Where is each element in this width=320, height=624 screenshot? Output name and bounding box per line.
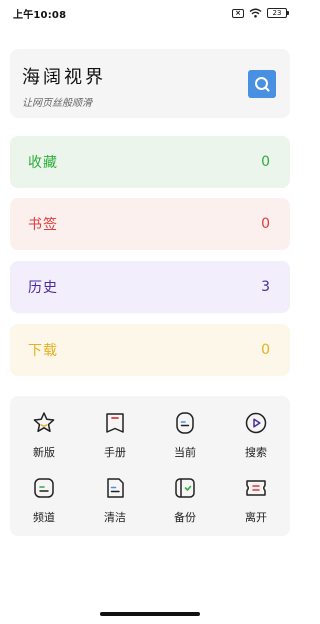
stat-value: 0 [261, 342, 270, 358]
star-icon [33, 412, 55, 433]
channel-icon [34, 478, 54, 498]
grid-item-channel[interactable]: 频道 [14, 475, 74, 531]
grid-item-new-version[interactable]: 新版 [14, 410, 74, 466]
grid-label: 搜索 [245, 446, 267, 459]
stat-card-history[interactable]: 历史 3 [10, 261, 290, 313]
status-bar: 上午10:08 × 23 [0, 0, 300, 26]
play-icon [245, 412, 267, 434]
grid-item-clean[interactable]: 清洁 [85, 475, 145, 531]
grid-label: 新版 [33, 446, 55, 459]
app-subtitle: 让网页丝般顺滑 [22, 98, 92, 109]
grid-label: 手册 [104, 446, 126, 459]
stat-card-favorites[interactable]: 收藏 0 [10, 136, 290, 188]
header-card: 海阔视界 让网页丝般顺滑 [10, 49, 290, 118]
battery-level: 23 [272, 9, 282, 17]
notification-icon: × [232, 8, 244, 18]
grid-label: 频道 [33, 511, 55, 524]
stat-label: 收藏 [28, 155, 58, 171]
wifi-icon [249, 8, 262, 18]
stat-card-downloads[interactable]: 下载 0 [10, 324, 290, 376]
battery-icon: 23 [267, 8, 289, 18]
home-indicator [100, 612, 200, 616]
stat-value: 0 [261, 154, 270, 170]
grid-item-search[interactable]: 搜索 [226, 410, 286, 466]
grid-label: 备份 [174, 511, 196, 524]
exit-icon [246, 480, 266, 496]
clean-icon [107, 478, 124, 498]
grid-item-backup[interactable]: 备份 [155, 475, 215, 531]
search-icon [255, 77, 270, 92]
function-grid: 新版 手册 当前 搜索 频道 清洁 备份 离开 [10, 396, 290, 536]
grid-item-current[interactable]: 当前 [155, 410, 215, 466]
status-icons: × 23 [232, 8, 289, 18]
backup-icon [175, 478, 195, 498]
grid-label: 当前 [174, 446, 196, 459]
book-icon [106, 413, 124, 433]
stat-value: 3 [261, 279, 270, 295]
status-time: 上午10:08 [13, 9, 67, 21]
stat-label: 下载 [28, 343, 58, 359]
grid-label: 离开 [245, 511, 267, 524]
grid-item-exit[interactable]: 离开 [226, 475, 286, 531]
app-title: 海阔视界 [22, 67, 106, 88]
search-button[interactable] [248, 70, 276, 98]
current-icon [176, 412, 194, 434]
stat-label: 历史 [28, 280, 58, 296]
stat-label: 书签 [28, 217, 58, 233]
stat-value: 0 [261, 216, 270, 232]
stat-card-bookmarks[interactable]: 书签 0 [10, 198, 290, 250]
grid-item-manual[interactable]: 手册 [85, 410, 145, 466]
grid-label: 清洁 [104, 511, 126, 524]
